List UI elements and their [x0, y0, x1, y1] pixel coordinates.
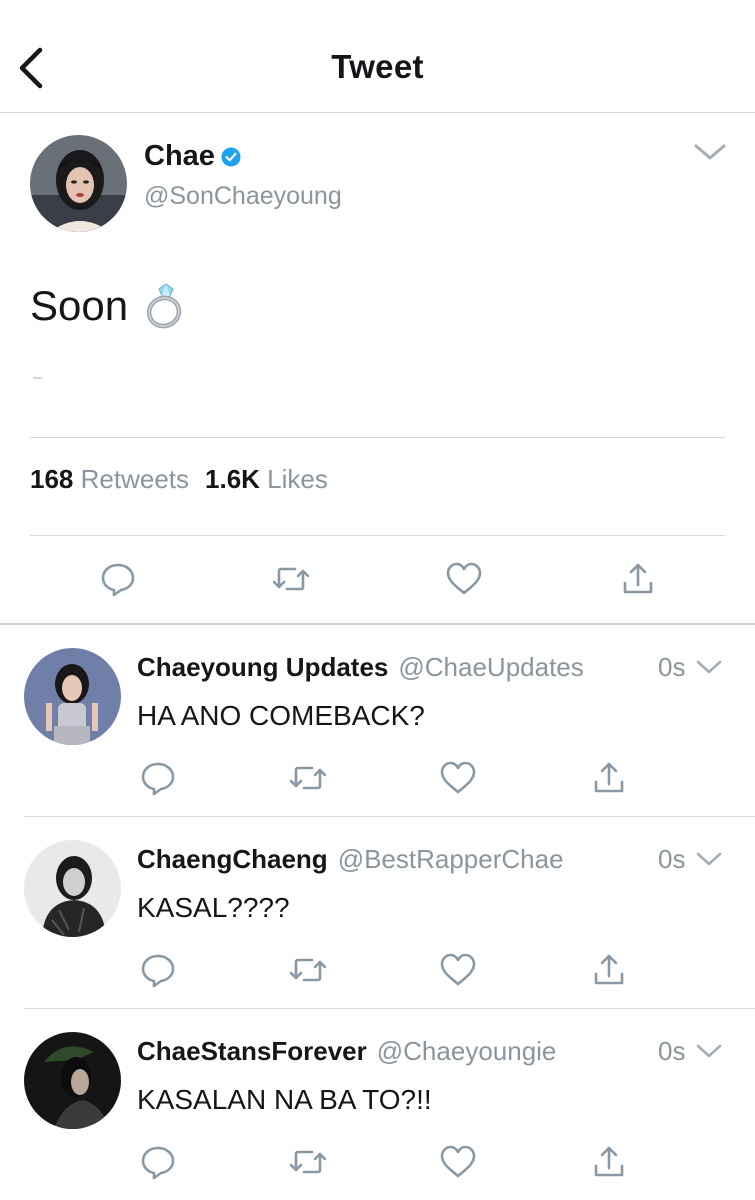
divider	[30, 437, 725, 438]
avatar-image	[24, 840, 121, 937]
divider	[24, 1008, 755, 1009]
avatar[interactable]	[24, 648, 121, 745]
nav-bar: Tweet	[0, 0, 755, 113]
avatar-image	[24, 1032, 121, 1129]
reply-timestamp: 0s	[658, 1036, 686, 1066]
reply-header: ChaengChaeng @BestRapperChae	[137, 844, 564, 875]
tweet-stats: 168 Retweets 1.6K Likes	[30, 464, 328, 495]
reply-header: ChaeStansForever @Chaeyoungie	[137, 1036, 556, 1067]
tweet-text-content: Soon	[30, 282, 129, 329]
avatar[interactable]	[30, 135, 127, 232]
heart-icon	[440, 761, 476, 794]
retweet-button[interactable]	[288, 1144, 328, 1180]
heart-icon	[440, 953, 476, 986]
share-button[interactable]	[591, 1144, 627, 1180]
reply-menu-button[interactable]	[694, 658, 724, 678]
retweet-button[interactable]	[288, 760, 328, 796]
share-icon	[594, 1146, 624, 1177]
heart-icon	[440, 1145, 476, 1178]
divider-mark	[33, 377, 42, 379]
reply-author-handle[interactable]: @Chaeyoungie	[377, 1036, 557, 1067]
reply-author-name[interactable]: Chaeyoung Updates	[137, 652, 388, 683]
chevron-down-icon	[696, 852, 722, 866]
retweet-button[interactable]	[288, 952, 328, 988]
share-button[interactable]	[620, 561, 656, 597]
share-icon	[623, 563, 653, 594]
divider	[24, 816, 755, 817]
like-button[interactable]	[445, 561, 483, 597]
reply-button[interactable]	[140, 952, 176, 988]
verified-badge-icon	[221, 147, 241, 166]
like-button[interactable]	[439, 760, 477, 796]
retweets-stat[interactable]: 168 Retweets	[30, 464, 189, 495]
retweet-icon	[289, 1150, 327, 1174]
reply-author-handle[interactable]: @ChaeUpdates	[398, 652, 583, 683]
heart-icon	[446, 562, 482, 595]
author-handle[interactable]: @SonChaeyoung	[144, 182, 342, 211]
reply-button[interactable]	[100, 561, 136, 597]
reply-text: KASALAN NA BA TO?!!	[137, 1084, 432, 1115]
retweet-button[interactable]	[271, 561, 311, 597]
avatar-image	[30, 135, 127, 232]
comment-icon	[141, 1146, 175, 1180]
ring-emoji-icon	[146, 283, 182, 329]
share-icon	[594, 762, 624, 793]
reply-button[interactable]	[140, 1144, 176, 1180]
comment-icon	[101, 563, 135, 597]
share-icon	[594, 954, 624, 985]
author-name-row: Chae	[144, 140, 241, 173]
reply-text: HA ANO COMEBACK?	[137, 700, 425, 731]
chevron-down-icon	[696, 660, 722, 674]
share-button[interactable]	[591, 760, 627, 796]
reply-author-name[interactable]: ChaengChaeng	[137, 844, 328, 875]
divider	[30, 535, 725, 536]
like-button[interactable]	[439, 1144, 477, 1180]
reply-timestamp: 0s	[658, 652, 686, 682]
divider	[0, 623, 755, 625]
reply-timestamp: 0s	[658, 844, 686, 874]
comment-icon	[141, 954, 175, 988]
avatar-image	[24, 648, 121, 745]
page-title: Tweet	[331, 48, 424, 85]
share-button[interactable]	[591, 952, 627, 988]
likes-count: 1.6K	[205, 464, 260, 494]
tweet-text: Soon	[30, 282, 190, 330]
chevron-down-icon	[694, 144, 726, 160]
retweet-icon	[289, 766, 327, 790]
reply-text: KASAL????	[137, 892, 290, 923]
likes-stat[interactable]: 1.6K Likes	[205, 464, 328, 495]
reply-button[interactable]	[140, 760, 176, 796]
reply-menu-button[interactable]	[694, 850, 724, 870]
reply-header: Chaeyoung Updates @ChaeUpdates	[137, 652, 584, 683]
retweets-count: 168	[30, 464, 74, 494]
retweet-icon	[272, 567, 310, 591]
comment-icon	[141, 762, 175, 796]
reply-author-name[interactable]: ChaeStansForever	[137, 1036, 367, 1067]
likes-label: Likes	[267, 464, 328, 494]
avatar[interactable]	[24, 1032, 121, 1129]
reply-author-handle[interactable]: @BestRapperChae	[338, 844, 564, 875]
like-button[interactable]	[439, 952, 477, 988]
author-name[interactable]: Chae	[144, 140, 215, 173]
retweet-icon	[289, 958, 327, 982]
avatar[interactable]	[24, 840, 121, 937]
retweets-label: Retweets	[80, 464, 190, 494]
chevron-down-icon	[696, 1044, 722, 1058]
tweet-menu-button[interactable]	[690, 140, 730, 164]
reply-menu-button[interactable]	[694, 1042, 724, 1062]
